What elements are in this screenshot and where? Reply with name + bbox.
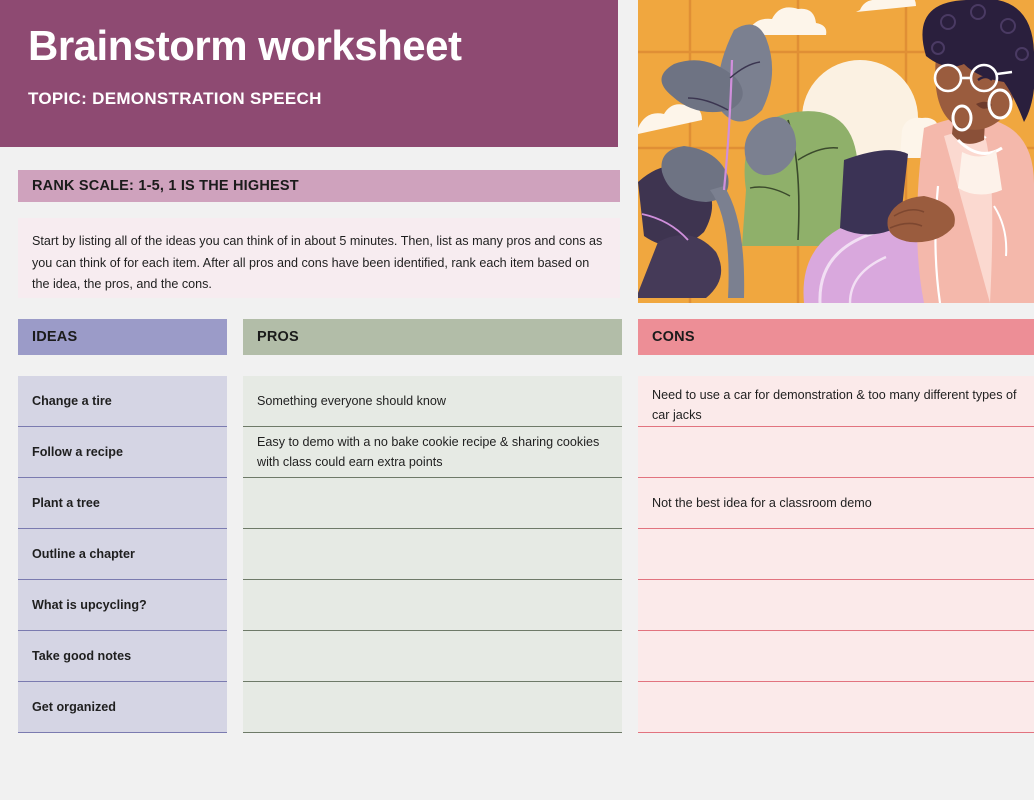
idea-row-text: Plant a tree [32, 495, 100, 510]
idea-row-text: Take good notes [32, 648, 132, 663]
column-header-ideas: IDEAS [18, 319, 227, 355]
idea-row[interactable]: Change a tire [18, 376, 227, 427]
con-row-text: Need to use a car for demonstration & to… [652, 388, 1017, 423]
pro-row[interactable]: Easy to demo with a no bake cookie recip… [243, 427, 622, 478]
instructions-text: Start by listing all of the ideas you ca… [32, 234, 603, 292]
idea-row[interactable]: What is upcycling? [18, 580, 227, 631]
idea-row-text: Get organized [32, 699, 116, 714]
con-row[interactable] [638, 631, 1034, 682]
instructions-box: Start by listing all of the ideas you ca… [18, 218, 620, 298]
idea-row[interactable]: Follow a recipe [18, 427, 227, 478]
pro-row-text: Something everyone should know [257, 393, 447, 408]
worksheet-topic: TOPIC: DEMONSTRATION SPEECH [28, 88, 322, 108]
column-body-pros: Something everyone should know Easy to d… [243, 376, 622, 733]
worksheet-header: Brainstorm worksheet TOPIC: DEMONSTRATIO… [0, 0, 618, 147]
column-header-cons: CONS [638, 319, 1034, 355]
column-pros: PROS Something everyone should know Easy… [243, 319, 622, 733]
rank-scale-bar: RANK SCALE: 1-5, 1 IS THE HIGHEST [18, 170, 620, 202]
pro-row[interactable] [243, 580, 622, 631]
column-header-pros: PROS [243, 319, 622, 355]
pro-row[interactable]: Something everyone should know [243, 376, 622, 427]
con-row[interactable]: Need to use a car for demonstration & to… [638, 376, 1034, 427]
column-header-label: PROS [257, 329, 299, 345]
rank-scale-label: RANK SCALE: 1-5, 1 IS THE HIGHEST [32, 178, 299, 194]
hero-illustration [638, 0, 1034, 303]
idea-row-text: Change a tire [32, 393, 112, 408]
pro-row[interactable] [243, 682, 622, 733]
con-row-text: Not the best idea for a classroom demo [652, 495, 872, 510]
idea-row[interactable]: Get organized [18, 682, 227, 733]
pro-row[interactable] [243, 478, 622, 529]
column-body-ideas: Change a tire Follow a recipe Plant a tr… [18, 376, 227, 733]
idea-row-text: What is upcycling? [32, 597, 147, 612]
column-cons: CONS Need to use a car for demonstration… [638, 319, 1034, 733]
con-row[interactable] [638, 580, 1034, 631]
idea-row[interactable]: Plant a tree [18, 478, 227, 529]
con-row[interactable] [638, 427, 1034, 478]
pro-row-text: Easy to demo with a no bake cookie recip… [257, 434, 600, 469]
pro-row[interactable] [243, 631, 622, 682]
woman-reading-tablet-illustration [638, 0, 1034, 303]
column-body-cons: Need to use a car for demonstration & to… [638, 376, 1034, 733]
idea-row[interactable]: Outline a chapter [18, 529, 227, 580]
column-header-label: CONS [652, 329, 695, 345]
con-row[interactable] [638, 682, 1034, 733]
con-row[interactable] [638, 529, 1034, 580]
column-ideas: IDEAS Change a tire Follow a recipe Plan… [18, 319, 227, 733]
pro-row[interactable] [243, 529, 622, 580]
idea-row-text: Follow a recipe [32, 444, 123, 459]
idea-row-text: Outline a chapter [32, 546, 135, 561]
column-header-label: IDEAS [32, 329, 78, 345]
page-title: Brainstorm worksheet [28, 22, 462, 69]
con-row[interactable]: Not the best idea for a classroom demo [638, 478, 1034, 529]
idea-row[interactable]: Take good notes [18, 631, 227, 682]
